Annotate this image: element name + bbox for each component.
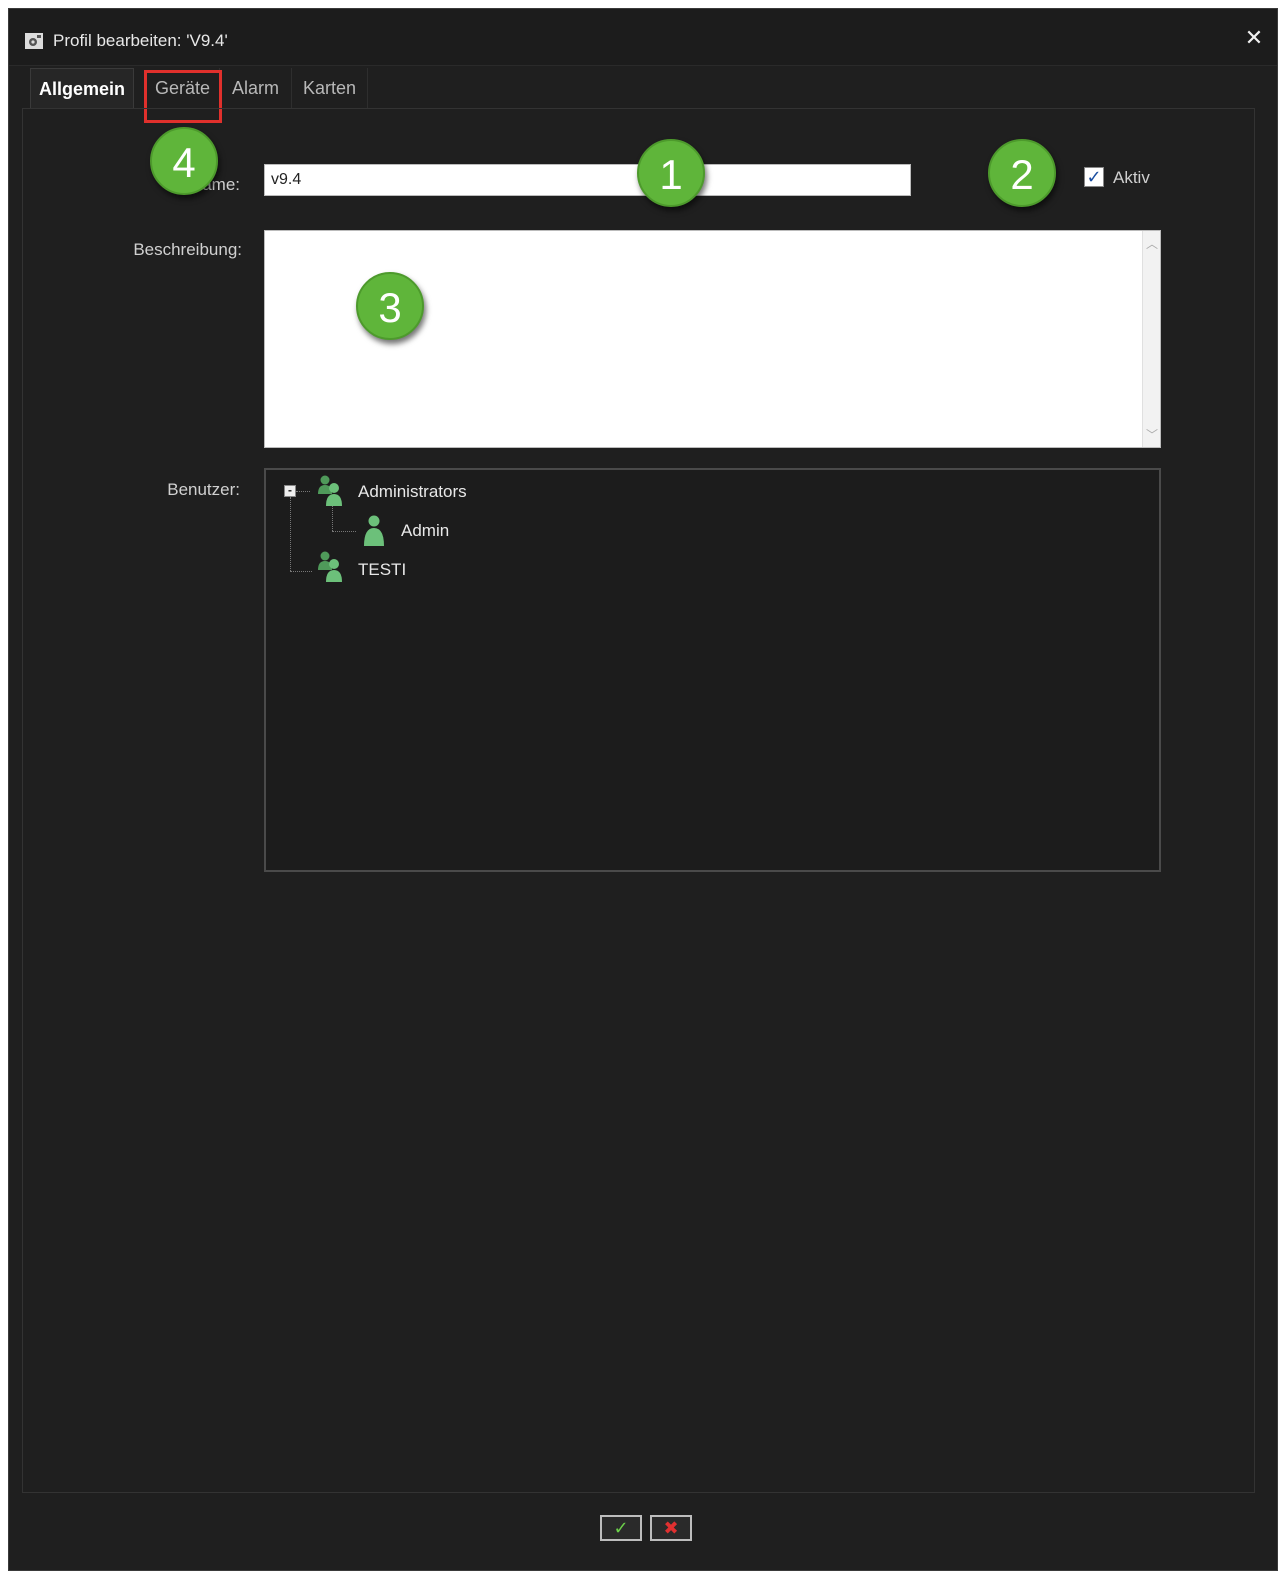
tree-line (296, 491, 310, 492)
close-icon: ✕ (1244, 25, 1264, 50)
ok-button[interactable]: ✓ (600, 1515, 642, 1541)
scroll-up-icon[interactable]: ︿ (1143, 235, 1161, 252)
cancel-button[interactable]: ✖ (650, 1515, 692, 1541)
active-checkbox[interactable]: ✓ (1084, 167, 1104, 187)
tab-karten[interactable]: Karten (292, 68, 368, 108)
tab-alarm[interactable]: Alarm (220, 68, 292, 108)
close-button[interactable]: ✕ (1243, 27, 1265, 49)
user-icon (364, 515, 384, 546)
tree-line (332, 531, 356, 532)
tab-allgemein[interactable]: Allgemein (30, 68, 134, 108)
tree-item-testi[interactable]: TESTI (358, 560, 406, 580)
user-group-icon (318, 551, 342, 582)
check-icon: ✓ (613, 1518, 629, 1538)
collapse-toggle[interactable]: - (284, 483, 296, 497)
tree-line (290, 497, 291, 571)
tree-item-admin[interactable]: Admin (401, 521, 449, 541)
active-label: Aktiv (1113, 168, 1150, 187)
name-field[interactable] (264, 164, 911, 196)
scroll-down-icon[interactable]: ﹀ (1143, 426, 1161, 443)
description-scrollbar[interactable]: ︿ ﹀ (1142, 231, 1160, 447)
dialog-title: Profil bearbeiten: 'V9.4' (53, 31, 228, 50)
tree-line (290, 571, 312, 572)
annotation-marker-4: 4 (150, 127, 218, 195)
check-icon: ✓ (1086, 167, 1102, 187)
titlebar: Profil bearbeiten: 'V9.4' ✕ (9, 9, 1277, 66)
tree-item-administrators[interactable]: Administrators (358, 482, 467, 502)
annotation-marker-3: 3 (356, 272, 424, 340)
description-textarea[interactable]: ︿ ﹀ (264, 230, 1161, 448)
tree-line (332, 505, 333, 531)
users-tree[interactable] (264, 468, 1161, 872)
annotation-marker-1: 1 (637, 139, 705, 207)
description-label: Beschreibung: (133, 240, 242, 259)
x-icon: ✖ (663, 1518, 679, 1538)
user-group-icon (318, 475, 342, 506)
profile-settings-icon (25, 33, 43, 49)
annotation-marker-2: 2 (988, 139, 1056, 207)
users-label: Benutzer: (167, 480, 240, 499)
minus-icon: - (288, 483, 292, 497)
